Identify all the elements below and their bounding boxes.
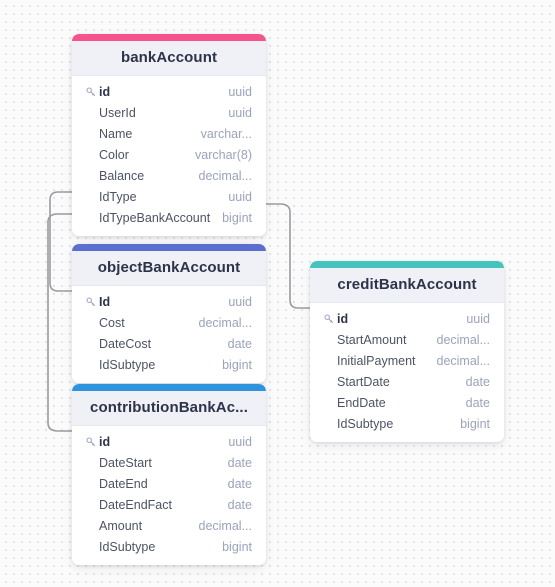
table-title[interactable]: objectBankAccount	[72, 251, 266, 286]
field-type: bigint	[222, 210, 252, 225]
field-type: date	[227, 497, 252, 512]
table-field-list: id uuid StartAmount decimal... InitialPaymen…	[310, 303, 504, 442]
table-field-row[interactable]: StartDate date	[310, 371, 504, 392]
field-type: varchar(8)	[195, 147, 252, 162]
table-field-row[interactable]: Balance decimal...	[72, 165, 266, 186]
field-name: IdSubtype	[99, 357, 156, 372]
field-name: IdTypeBankAccount	[99, 210, 211, 225]
key-icon	[324, 314, 334, 323]
table-field-row[interactable]: IdTypeBankAccount bigint	[72, 207, 266, 228]
field-name: id	[99, 434, 111, 449]
field-type: decimal...	[198, 168, 253, 183]
table-node[interactable]: creditBankAccount id uuid StartAmount decima…	[310, 261, 504, 442]
field-name: Cost	[99, 315, 125, 330]
field-type: uuid	[228, 189, 252, 204]
field-name: Color	[99, 147, 129, 162]
field-type: decimal...	[436, 332, 491, 347]
field-type: date	[227, 336, 252, 351]
table-field-row[interactable]: UserId uuid	[72, 102, 266, 123]
primary-key-slot	[86, 437, 99, 447]
field-type: varchar...	[200, 126, 252, 141]
field-type: uuid	[228, 294, 252, 309]
primary-key-slot	[86, 87, 99, 97]
field-type: date	[227, 455, 252, 470]
table-field-row[interactable]: InitialPayment decimal...	[310, 350, 504, 371]
table-accent-bar	[72, 384, 266, 391]
table-field-row[interactable]: StartAmount decimal...	[310, 329, 504, 350]
key-icon	[86, 297, 96, 306]
field-type: bigint	[222, 539, 252, 554]
table-field-row[interactable]: id uuid	[310, 308, 504, 329]
table-field-row[interactable]: DateStart date	[72, 452, 266, 473]
field-name: DateCost	[99, 336, 152, 351]
table-node[interactable]: bankAccount id uuid UserId uuid Name varchar..…	[72, 34, 266, 236]
table-field-row[interactable]: DateEndFact date	[72, 494, 266, 515]
field-name: StartAmount	[337, 332, 407, 347]
table-field-row[interactable]: Cost decimal...	[72, 312, 266, 333]
table-field-row[interactable]: DateCost date	[72, 333, 266, 354]
field-name: UserId	[99, 105, 136, 120]
table-field-list: Id uuid Cost decimal... DateCost date IdSubtyp…	[72, 286, 266, 383]
field-name: IdType	[99, 189, 137, 204]
table-field-row[interactable]: EndDate date	[310, 392, 504, 413]
diagram-canvas[interactable]: bankAccount id uuid UserId uuid Name varchar..…	[0, 0, 555, 587]
key-icon	[86, 437, 96, 446]
table-field-row[interactable]: DateEnd date	[72, 473, 266, 494]
relation-edge	[47, 213, 73, 432]
field-name: DateEnd	[99, 476, 148, 491]
table-field-row[interactable]: IdSubtype bigint	[72, 536, 266, 557]
field-name: DateStart	[99, 455, 152, 470]
field-type: date	[227, 476, 252, 491]
table-field-row[interactable]: id uuid	[72, 431, 266, 452]
table-accent-bar	[72, 34, 266, 41]
primary-key-slot	[324, 314, 337, 324]
table-title[interactable]: creditBankAccount	[310, 268, 504, 303]
relation-edge	[265, 203, 311, 309]
field-type: uuid	[228, 434, 252, 449]
table-field-row[interactable]: Name varchar...	[72, 123, 266, 144]
field-name: Id	[99, 294, 111, 309]
table-field-row[interactable]: IdSubtype bigint	[72, 354, 266, 375]
field-name: id	[99, 84, 111, 99]
field-name: Balance	[99, 168, 145, 183]
table-field-row[interactable]: IdType uuid	[72, 186, 266, 207]
table-title[interactable]: bankAccount	[72, 41, 266, 76]
field-name: Amount	[99, 518, 143, 533]
relation-edge	[49, 191, 73, 292]
field-name: Name	[99, 126, 133, 141]
field-type: decimal...	[436, 353, 491, 368]
field-type: decimal...	[198, 315, 253, 330]
table-field-row[interactable]: Color varchar(8)	[72, 144, 266, 165]
field-type: date	[465, 374, 490, 389]
table-node[interactable]: objectBankAccount Id uuid Cost decimal... Dat…	[72, 244, 266, 383]
table-field-list: id uuid UserId uuid Name varchar... Color varch…	[72, 76, 266, 236]
field-name: StartDate	[337, 374, 390, 389]
table-accent-bar	[310, 261, 504, 268]
table-field-row[interactable]: IdSubtype bigint	[310, 413, 504, 434]
table-title[interactable]: contributionBankAc...	[72, 391, 266, 426]
table-field-list: id uuid DateStart date DateEnd date DateEndFac…	[72, 426, 266, 565]
field-name: InitialPayment	[337, 353, 416, 368]
field-type: uuid	[228, 84, 252, 99]
table-node[interactable]: contributionBankAc... id uuid DateStart date…	[72, 384, 266, 565]
table-field-row[interactable]: id uuid	[72, 81, 266, 102]
field-name: IdSubtype	[337, 416, 394, 431]
field-name: DateEndFact	[99, 497, 172, 512]
table-accent-bar	[72, 244, 266, 251]
table-field-row[interactable]: Id uuid	[72, 291, 266, 312]
field-name: id	[337, 311, 349, 326]
field-name: IdSubtype	[99, 539, 156, 554]
field-type: decimal...	[198, 518, 253, 533]
primary-key-slot	[86, 297, 99, 307]
field-type: uuid	[466, 311, 490, 326]
field-type: bigint	[222, 357, 252, 372]
field-type: uuid	[228, 105, 252, 120]
field-type: bigint	[460, 416, 490, 431]
table-field-row[interactable]: Amount decimal...	[72, 515, 266, 536]
field-name: EndDate	[337, 395, 386, 410]
field-type: date	[465, 395, 490, 410]
key-icon	[86, 87, 96, 96]
